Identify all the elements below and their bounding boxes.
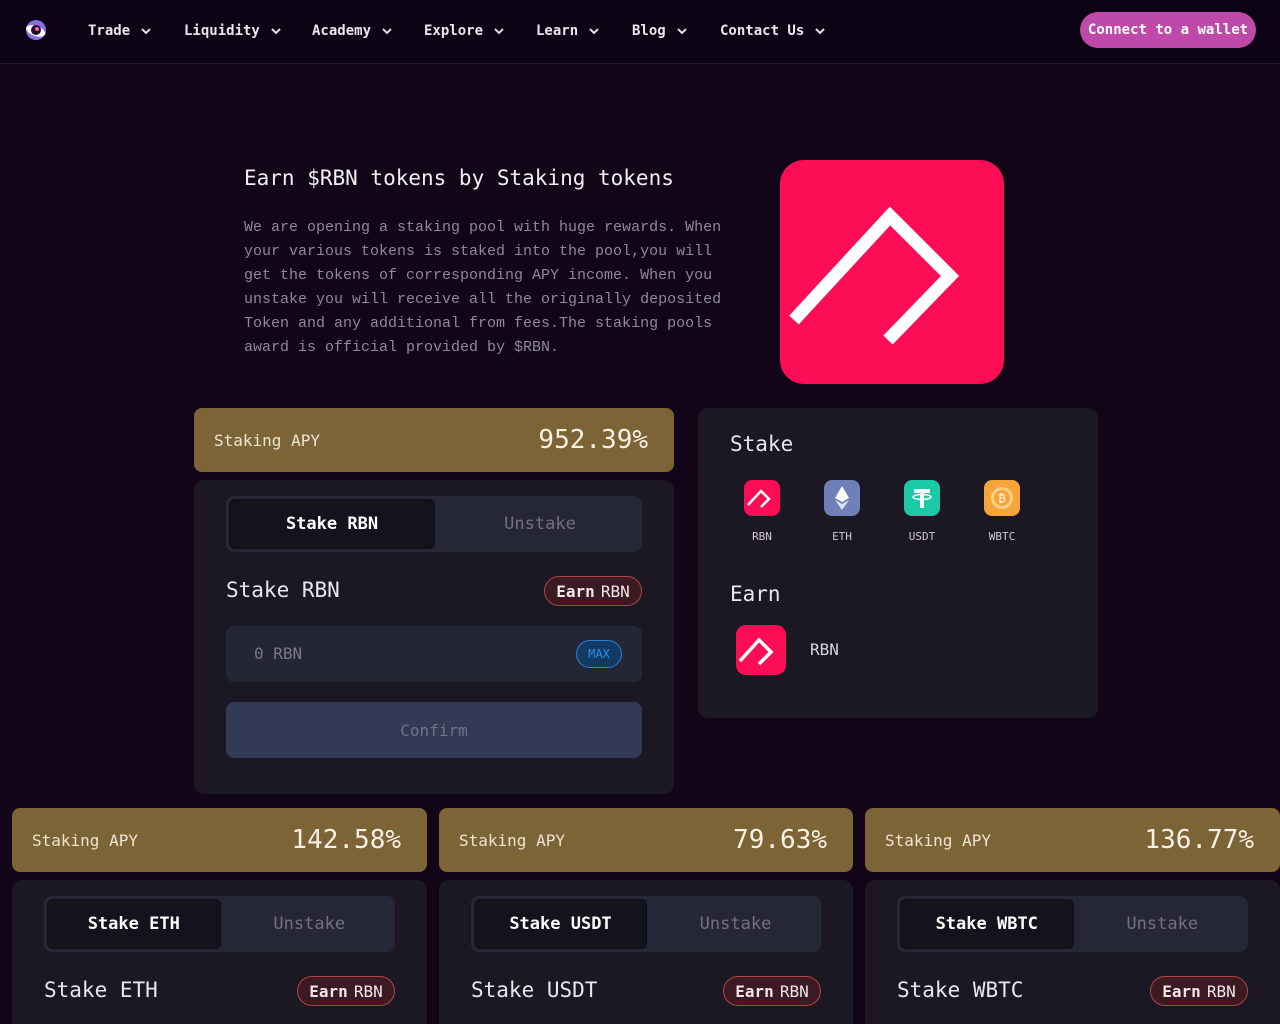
- stake-panel-heading: Stake: [730, 432, 794, 456]
- apy-label: Staking APY: [885, 830, 991, 850]
- tab-stake[interactable]: Stake WBTC: [900, 899, 1074, 949]
- rbn-icon: [736, 625, 786, 675]
- token-label: ETH: [832, 530, 852, 543]
- eth-icon: [824, 480, 860, 516]
- token-rbn[interactable]: RBN: [732, 480, 792, 543]
- earn-badge[interactable]: Earn RBN: [723, 976, 821, 1006]
- stake-card-wbtc: Stake WBTC Unstake Stake WBTC Earn RBN: [865, 880, 1280, 1024]
- nav-item-academy[interactable]: Academy: [312, 20, 393, 42]
- app-logo-icon[interactable]: [24, 18, 48, 42]
- stake-card-usdt: Stake USDT Unstake Stake USDT Earn RBN: [439, 880, 853, 1024]
- nav-item-label: Liquidity: [184, 23, 260, 39]
- tab-unstake[interactable]: Unstake: [224, 896, 396, 952]
- stake-card-rbn: Stake RBN Unstake Stake RBN Earn RBN 0 R…: [194, 480, 674, 794]
- earn-badge-token: RBN: [779, 981, 809, 1001]
- earn-badge-token: RBN: [353, 981, 383, 1001]
- token-label: WBTC: [988, 530, 1016, 543]
- chevron-down-icon: [589, 28, 599, 35]
- apy-label: Staking APY: [214, 430, 320, 450]
- wbtc-icon: ₿: [984, 480, 1020, 516]
- earn-badge[interactable]: Earn RBN: [297, 976, 395, 1006]
- chevron-down-icon: [271, 28, 281, 35]
- tab-stake[interactable]: Stake RBN: [229, 499, 435, 549]
- nav-item-explore[interactable]: Explore: [424, 20, 505, 42]
- chevron-down-icon: [141, 28, 151, 35]
- stake-heading: Stake WBTC: [897, 978, 1024, 1002]
- earn-badge-label: Earn: [556, 581, 595, 601]
- earn-badge-label: Earn: [309, 981, 348, 1001]
- hero-title: Earn $RBN tokens by Staking tokens: [244, 166, 674, 190]
- rbn-icon: [744, 480, 780, 516]
- earn-badge-label: Earn: [1162, 981, 1201, 1001]
- nav-item-label: Academy: [312, 23, 372, 39]
- nav-item-learn[interactable]: Learn: [536, 20, 600, 42]
- token-eth[interactable]: ETH: [812, 480, 872, 543]
- stake-heading: Stake ETH: [44, 978, 158, 1002]
- nav-item-trade[interactable]: Trade: [88, 20, 152, 42]
- tab-stake[interactable]: Stake USDT: [474, 899, 647, 949]
- earn-badge[interactable]: Earn RBN: [544, 576, 642, 606]
- usdt-icon: [904, 480, 940, 516]
- nav-item-label: Trade: [88, 23, 131, 39]
- chevron-down-icon: [382, 28, 392, 35]
- amount-value: 0 RBN: [254, 644, 303, 663]
- confirm-button[interactable]: Confirm: [226, 702, 642, 758]
- tab-unstake[interactable]: Unstake: [650, 896, 821, 952]
- svg-text:₿: ₿: [998, 492, 1006, 505]
- stake-unstake-toggle: Stake WBTC Unstake: [897, 896, 1248, 952]
- rbn-logo-icon: [780, 160, 1004, 384]
- tab-stake[interactable]: Stake ETH: [47, 899, 221, 949]
- stake-heading: Stake RBN: [226, 578, 340, 602]
- staking-apy-bar: Staking APY 952.39%: [194, 408, 674, 472]
- apy-value: 142.58%: [291, 825, 401, 855]
- token-usdt[interactable]: USDT: [892, 480, 952, 543]
- nav-item-label: Explore: [424, 23, 484, 39]
- earn-token-label: RBN: [810, 640, 839, 659]
- nav-item-label: Blog: [632, 23, 666, 39]
- stake-unstake-toggle: Stake ETH Unstake: [44, 896, 395, 952]
- earn-badge-label: Earn: [735, 981, 774, 1001]
- staking-apy-bar: Staking APY 142.58%: [12, 808, 427, 872]
- amount-input[interactable]: 0 RBN MAX: [226, 626, 642, 682]
- nav-item-label: Contact Us: [720, 23, 805, 39]
- hero-description: We are opening a staking pool with huge …: [244, 219, 722, 356]
- connect-wallet-button[interactable]: Connect to a wallet: [1080, 12, 1256, 48]
- token-panel: Stake RBN ETH USDT ₿ WBTC Earn RBN: [698, 408, 1098, 718]
- top-navbar: Trade Liquidity Academy Explore Learn Bl…: [0, 0, 1280, 64]
- stake-unstake-toggle: Stake USDT Unstake: [471, 896, 821, 952]
- staking-apy-bar: Staking APY 79.63%: [439, 808, 853, 872]
- staking-apy-bar: Staking APY 136.77%: [865, 808, 1280, 872]
- chevron-down-icon: [677, 28, 687, 35]
- earn-panel-heading: Earn: [730, 582, 781, 606]
- nav-item-blog[interactable]: Blog: [632, 20, 688, 42]
- chevron-down-icon: [815, 28, 826, 35]
- max-button[interactable]: MAX: [576, 640, 622, 668]
- stake-unstake-toggle: Stake RBN Unstake: [226, 496, 642, 552]
- earn-badge[interactable]: Earn RBN: [1150, 976, 1248, 1006]
- apy-label: Staking APY: [459, 830, 565, 850]
- chevron-down-icon: [494, 28, 504, 35]
- apy-value: 952.39%: [538, 425, 648, 455]
- apy-value: 136.77%: [1144, 825, 1254, 855]
- nav-item-contact-us[interactable]: Contact Us: [720, 20, 826, 42]
- stake-heading: Stake USDT: [471, 978, 598, 1002]
- earn-badge-token: RBN: [1206, 981, 1236, 1001]
- token-wbtc[interactable]: ₿ WBTC: [972, 480, 1032, 543]
- earn-badge-token: RBN: [600, 581, 630, 601]
- tab-unstake[interactable]: Unstake: [438, 496, 642, 552]
- nav-item-label: Learn: [536, 23, 579, 39]
- apy-value: 79.63%: [733, 825, 827, 855]
- token-label: RBN: [752, 530, 772, 543]
- tab-unstake[interactable]: Unstake: [1077, 896, 1249, 952]
- stake-card-eth: Stake ETH Unstake Stake ETH Earn RBN: [12, 880, 427, 1024]
- apy-label: Staking APY: [32, 830, 138, 850]
- token-label: USDT: [908, 530, 936, 543]
- nav-item-liquidity[interactable]: Liquidity: [184, 20, 282, 42]
